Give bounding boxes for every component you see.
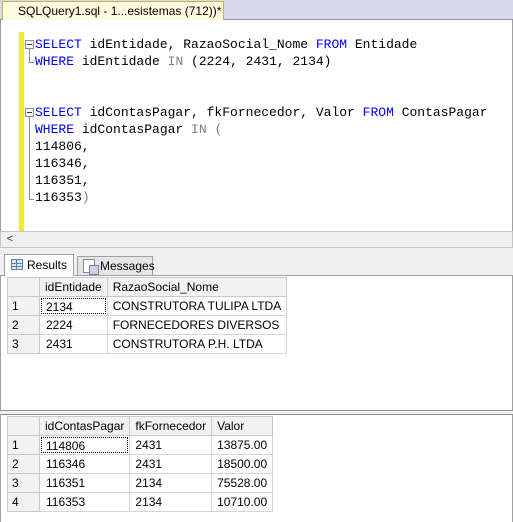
results-grid-entidade: idEntidade RazaoSocial_Nome 1 2134 CONST… <box>7 277 288 354</box>
code-line-6: 114806, <box>35 139 90 155</box>
keyword-in: IN <box>167 54 184 69</box>
grid-cell[interactable]: 2431 <box>129 435 213 455</box>
cell-value: 114806 <box>41 437 129 453</box>
grid-header-row: idContasPagar fkFornecedor Valor <box>7 416 274 436</box>
table-row[interactable]: 2 116346 2431 18500.00 <box>7 454 274 474</box>
grid-cell[interactable]: 2134 <box>129 492 213 512</box>
code-text: 116351, <box>35 173 90 188</box>
code-text: idContasPagar, fkFornecedor, Valor <box>81 105 363 120</box>
grid-cell[interactable]: 2431 <box>39 334 108 354</box>
keyword-where: WHERE <box>35 122 75 137</box>
results-tab-bar: Results Messages <box>0 253 513 277</box>
results-grid-pane-2: idContasPagar fkFornecedor Valor 1 11480… <box>0 415 513 522</box>
keyword-select: SELECT <box>35 37 82 52</box>
tab-results-label: Results <box>27 258 68 272</box>
messages-icon <box>83 259 99 275</box>
code-line-7: 116346, <box>35 156 90 172</box>
code-text: idContasPagar <box>74 122 192 137</box>
outline-end-tick <box>29 199 34 200</box>
change-tracking-bar <box>19 32 24 231</box>
column-header[interactable]: RazaoSocial_Nome <box>106 277 288 297</box>
keyword-in: IN <box>191 122 207 137</box>
tab-results[interactable]: Results <box>4 254 74 277</box>
row-number[interactable]: 1 <box>7 435 40 455</box>
tab-messages[interactable]: Messages <box>77 256 155 276</box>
grid-cell[interactable]: 18500.00 <box>211 454 274 474</box>
grid-cell[interactable]: 10710.00 <box>211 492 274 512</box>
results-grid-pane-1: idEntidade RazaoSocial_Nome 1 2134 CONST… <box>0 276 513 411</box>
grid-icon <box>11 259 23 270</box>
row-number[interactable]: 3 <box>7 473 40 493</box>
query-document-tab-title: SQLQuery1.sql - 1...esistemas (712))* <box>18 4 222 18</box>
grid-cell[interactable]: FORNECEDORES DIVERSOS <box>106 315 288 335</box>
grid-cell-selected[interactable]: 2134 <box>39 296 108 316</box>
table-row[interactable]: 4 116353 2134 10710.00 <box>7 492 274 512</box>
grid-cell[interactable]: 2224 <box>39 315 108 335</box>
collapse-icon[interactable] <box>25 40 34 49</box>
grid-cell[interactable]: 2134 <box>129 473 213 493</box>
code-line-1: SELECT idEntidade, RazaoSocial_Nome FROM… <box>35 37 417 53</box>
column-header[interactable]: idEntidade <box>39 277 108 297</box>
code-line-8: 116351, <box>35 173 90 189</box>
code-text: ) <box>81 190 90 205</box>
table-row[interactable]: 1 114806 2431 13875.00 <box>7 435 274 455</box>
grid-cell[interactable]: 116353 <box>38 492 131 512</box>
keyword-from: FROM <box>362 105 394 120</box>
table-row[interactable]: 3 116351 2134 75528.00 <box>7 473 274 493</box>
keyword-select: SELECT <box>35 105 82 120</box>
code-text: 116353 <box>35 190 82 205</box>
grid-corner[interactable] <box>7 416 40 436</box>
code-line-9: 116353) <box>35 190 90 206</box>
results-grid-contaspagar: idContasPagar fkFornecedor Valor 1 11480… <box>7 416 274 512</box>
code-line-4: SELECT idContasPagar, fkFornecedor, Valo… <box>35 105 488 121</box>
outline-line <box>29 49 30 62</box>
row-number[interactable]: 2 <box>7 315 40 335</box>
grid-cell[interactable]: CONSTRUTORA TULIPA LTDA <box>106 296 288 316</box>
grid-cell[interactable]: 2431 <box>129 454 213 474</box>
outline-end-tick <box>29 62 34 63</box>
grid-cell[interactable]: CONSTRUTORA P.H. LTDA <box>106 334 288 354</box>
editor-horizontal-scrollbar[interactable]: < <box>0 231 513 248</box>
tab-messages-label: Messages <box>100 259 155 273</box>
keyword-from: FROM <box>315 37 348 52</box>
code-text: ContasPagar <box>393 105 488 120</box>
row-number[interactable]: 1 <box>7 296 40 316</box>
table-row[interactable]: 3 2431 CONSTRUTORA P.H. LTDA <box>7 334 288 354</box>
collapse-icon[interactable] <box>25 108 34 117</box>
code-text: ( <box>206 122 223 137</box>
column-header[interactable]: idContasPagar <box>38 416 131 436</box>
code-text: idEntidade, RazaoSocial_Nome <box>81 37 316 52</box>
table-row[interactable]: 1 2134 CONSTRUTORA TULIPA LTDA <box>7 296 288 316</box>
grid-cell-selected[interactable]: 114806 <box>38 435 131 455</box>
column-header[interactable]: Valor <box>211 416 274 436</box>
sql-editor[interactable]: SELECT idEntidade, RazaoSocial_Nome FROM… <box>0 20 513 231</box>
table-row[interactable]: 2 2224 FORNECEDORES DIVERSOS <box>7 315 288 335</box>
document-tab-strip: SQLQuery1.sql - 1...esistemas (712))* <box>0 0 513 20</box>
keyword-where: WHERE <box>35 54 75 69</box>
column-header[interactable]: fkFornecedor <box>129 416 213 436</box>
outline-line <box>29 117 30 199</box>
code-line-5: WHERE idContasPagar IN ( <box>35 122 222 138</box>
grid-corner[interactable] <box>7 277 40 297</box>
grid-header-row: idEntidade RazaoSocial_Nome <box>7 277 288 297</box>
code-text: 116346, <box>35 156 90 171</box>
code-text: (2224, 2431, 2134) <box>183 54 332 69</box>
cell-value: 2134 <box>41 298 106 314</box>
row-number[interactable]: 4 <box>7 492 40 512</box>
grid-cell[interactable]: 75528.00 <box>211 473 274 493</box>
row-number[interactable]: 2 <box>7 454 40 474</box>
query-document-tab[interactable]: SQLQuery1.sql - 1...esistemas (712))* <box>2 1 224 20</box>
code-text: Entidade <box>347 37 418 52</box>
grid-cell[interactable]: 116351 <box>38 473 131 493</box>
code-text: idEntidade <box>74 54 168 69</box>
grid-cell[interactable]: 13875.00 <box>211 435 274 455</box>
code-text: 114806, <box>35 139 90 154</box>
code-line-2: WHERE idEntidade IN (2224, 2431, 2134) <box>35 54 331 70</box>
scroll-left-arrow-icon[interactable]: < <box>3 232 17 247</box>
grid-cell[interactable]: 116346 <box>38 454 131 474</box>
row-number[interactable]: 3 <box>7 334 40 354</box>
